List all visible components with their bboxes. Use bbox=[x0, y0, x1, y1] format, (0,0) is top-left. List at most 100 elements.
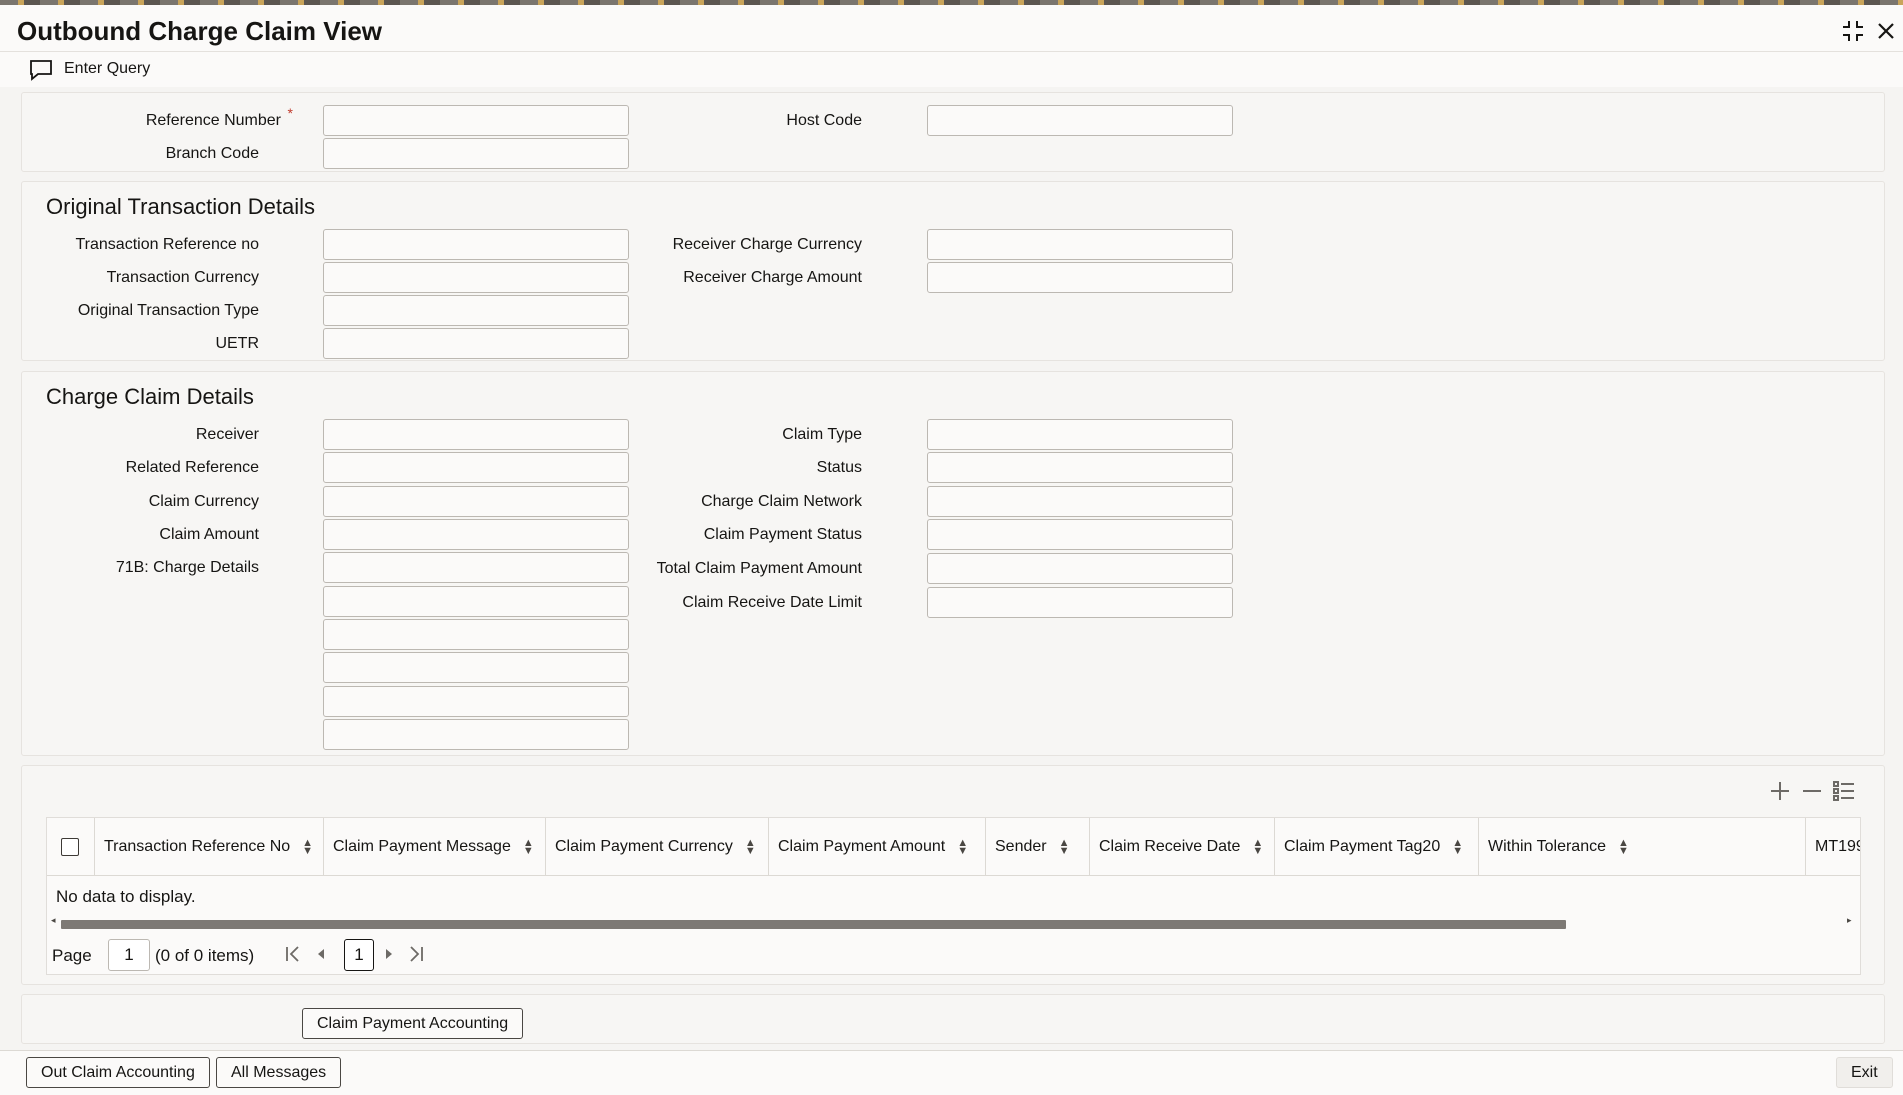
original-transaction-type-field[interactable] bbox=[323, 295, 629, 326]
last-page-icon[interactable] bbox=[408, 944, 424, 969]
plus-icon[interactable] bbox=[1768, 779, 1792, 807]
footer-bar: Out Claim Accounting All Messages Exit bbox=[0, 1050, 1903, 1095]
host-code-label: Host Code bbox=[786, 112, 862, 129]
transaction-currency-field[interactable] bbox=[323, 262, 629, 293]
out-claim-accounting-button[interactable]: Out Claim Accounting bbox=[26, 1057, 210, 1088]
exit-button[interactable]: Exit bbox=[1836, 1057, 1893, 1088]
claim-payment-accounting-button[interactable]: Claim Payment Accounting bbox=[302, 1008, 524, 1039]
horizontal-scrollbar[interactable]: ◂ ▸ bbox=[51, 915, 1855, 929]
status-field[interactable] bbox=[927, 452, 1233, 483]
minus-icon[interactable] bbox=[1800, 779, 1824, 807]
charge-details-field-3[interactable] bbox=[323, 619, 629, 650]
charge-details-label: 71B: Charge Details bbox=[115, 559, 259, 576]
claim-payment-status-field[interactable] bbox=[927, 519, 1233, 550]
claim-type-field[interactable] bbox=[927, 419, 1233, 450]
collapse-icon[interactable] bbox=[1840, 18, 1866, 44]
column-header-claim-payment-message[interactable]: Claim Payment Message ▲ ▼ bbox=[324, 818, 546, 876]
pagination: Page 1 (0 of 0 items) 1 bbox=[47, 936, 1860, 974]
claim-accounting-section: Claim Payment Accounting bbox=[21, 994, 1885, 1044]
column-header-claim-payment-currency[interactable]: Claim Payment Currency ▲ ▼ bbox=[546, 818, 769, 876]
receiver-charge-currency-field[interactable] bbox=[927, 229, 1233, 260]
claim-receive-date-limit-field[interactable] bbox=[927, 587, 1233, 618]
charge-details-field-5[interactable] bbox=[323, 686, 629, 717]
scrollbar-thumb[interactable] bbox=[61, 920, 1566, 929]
next-page-icon[interactable] bbox=[383, 944, 395, 969]
required-marker: * bbox=[287, 105, 293, 121]
select-all-checkbox[interactable] bbox=[61, 838, 79, 856]
transaction-currency-label: Transaction Currency bbox=[106, 269, 259, 286]
column-header-claim-payment-tag20[interactable]: Claim Payment Tag20 ▲ ▼ bbox=[1275, 818, 1479, 876]
sort-icon[interactable]: ▲ ▼ bbox=[1059, 837, 1070, 856]
charge-claim-network-field[interactable] bbox=[927, 486, 1233, 517]
claim-amount-label: Claim Amount bbox=[159, 526, 259, 543]
column-header-within-tolerance[interactable]: Within Tolerance ▲ ▼ bbox=[1479, 818, 1806, 876]
sort-icon[interactable]: ▲ ▼ bbox=[1618, 837, 1629, 856]
column-header-claim-payment-amount[interactable]: Claim Payment Amount ▲ ▼ bbox=[769, 818, 986, 876]
transaction-reference-label: Transaction Reference no bbox=[75, 236, 259, 253]
close-icon[interactable] bbox=[1873, 18, 1899, 44]
branch-code-field[interactable] bbox=[323, 138, 629, 169]
sort-icon[interactable]: ▲ ▼ bbox=[523, 837, 534, 856]
previous-page-icon[interactable] bbox=[315, 944, 327, 969]
charge-details-field-6[interactable] bbox=[323, 719, 629, 750]
reference-number-label: Reference Number * bbox=[145, 105, 293, 129]
receiver-field[interactable] bbox=[323, 419, 629, 450]
claim-payment-status-label: Claim Payment Status bbox=[703, 526, 862, 543]
list-icon[interactable] bbox=[1832, 779, 1856, 807]
branch-code-label: Branch Code bbox=[165, 145, 259, 162]
column-header-sender[interactable]: Sender ▲ ▼ bbox=[986, 818, 1090, 876]
original-transaction-section: Original Transaction Details Transaction… bbox=[21, 181, 1885, 361]
charge-claim-network-label: Charge Claim Network bbox=[701, 493, 862, 510]
sort-icon[interactable]: ▲ ▼ bbox=[302, 837, 313, 856]
uetr-field[interactable] bbox=[323, 328, 629, 359]
scroll-right-icon[interactable]: ▸ bbox=[1847, 915, 1852, 926]
status-label: Status bbox=[816, 459, 862, 476]
column-header-claim-receive-date[interactable]: Claim Receive Date ▲ ▼ bbox=[1090, 818, 1275, 876]
sort-icon[interactable]: ▲ ▼ bbox=[1452, 837, 1463, 856]
total-claim-payment-amount-field[interactable] bbox=[927, 553, 1233, 584]
receiver-charge-currency-label: Receiver Charge Currency bbox=[672, 236, 862, 253]
header-section: Reference Number * Branch Code Host Code bbox=[21, 92, 1885, 172]
table-header: Transaction Reference No ▲ ▼ Claim Payment… bbox=[47, 818, 1860, 876]
column-header-transaction-reference[interactable]: Transaction Reference No ▲ ▼ bbox=[95, 818, 324, 876]
page-label: Page bbox=[52, 946, 92, 965]
sort-icon[interactable]: ▲ ▼ bbox=[957, 837, 968, 856]
claim-type-label: Claim Type bbox=[782, 426, 862, 443]
sort-icon[interactable]: ▲ ▼ bbox=[1252, 837, 1263, 856]
first-page-icon[interactable] bbox=[285, 944, 301, 969]
claim-currency-label: Claim Currency bbox=[148, 493, 259, 510]
all-messages-button[interactable]: All Messages bbox=[216, 1057, 342, 1088]
no-data-message: No data to display. bbox=[56, 887, 196, 906]
transaction-reference-field[interactable] bbox=[323, 229, 629, 260]
charge-details-field-2[interactable] bbox=[323, 586, 629, 617]
total-claim-payment-amount-label: Total Claim Payment Amount bbox=[656, 560, 862, 577]
sort-icon[interactable]: ▲ ▼ bbox=[745, 837, 756, 856]
page-input[interactable]: 1 bbox=[108, 939, 150, 971]
enter-query-button[interactable]: Enter Query bbox=[64, 60, 150, 78]
scroll-left-icon[interactable]: ◂ bbox=[51, 915, 56, 926]
items-count: (0 of 0 items) bbox=[155, 946, 255, 965]
page-title: Outbound Charge Claim View bbox=[17, 16, 383, 46]
title-bar: Outbound Charge Claim View bbox=[0, 5, 1903, 51]
receiver-charge-amount-field[interactable] bbox=[927, 262, 1233, 293]
host-code-field[interactable] bbox=[927, 105, 1233, 136]
section-title-charge-claim: Charge Claim Details bbox=[46, 384, 254, 409]
claim-payment-table: Transaction Reference No ▲ ▼ Claim Payment… bbox=[46, 817, 1861, 975]
claim-amount-field[interactable] bbox=[323, 519, 629, 550]
receiver-charge-amount-label: Receiver Charge Amount bbox=[683, 269, 862, 286]
charge-details-field-4[interactable] bbox=[323, 652, 629, 683]
charge-claim-section: Charge Claim Details Receiver Related Re… bbox=[21, 371, 1885, 756]
related-reference-label: Related Reference bbox=[125, 459, 259, 476]
charge-details-field-1[interactable] bbox=[323, 552, 629, 583]
uetr-label: UETR bbox=[215, 335, 259, 352]
toolbar: Enter Query bbox=[0, 51, 1903, 87]
claim-currency-field[interactable] bbox=[323, 486, 629, 517]
claim-receive-date-limit-label: Claim Receive Date Limit bbox=[682, 594, 862, 611]
comment-icon[interactable] bbox=[29, 59, 53, 81]
column-header-mt199[interactable]: MT199 bbox=[1806, 818, 1860, 876]
original-transaction-type-label: Original Transaction Type bbox=[77, 302, 259, 319]
select-all-cell bbox=[47, 818, 95, 876]
current-page[interactable]: 1 bbox=[344, 939, 374, 971]
related-reference-field[interactable] bbox=[323, 452, 629, 483]
reference-number-field[interactable] bbox=[323, 105, 629, 136]
